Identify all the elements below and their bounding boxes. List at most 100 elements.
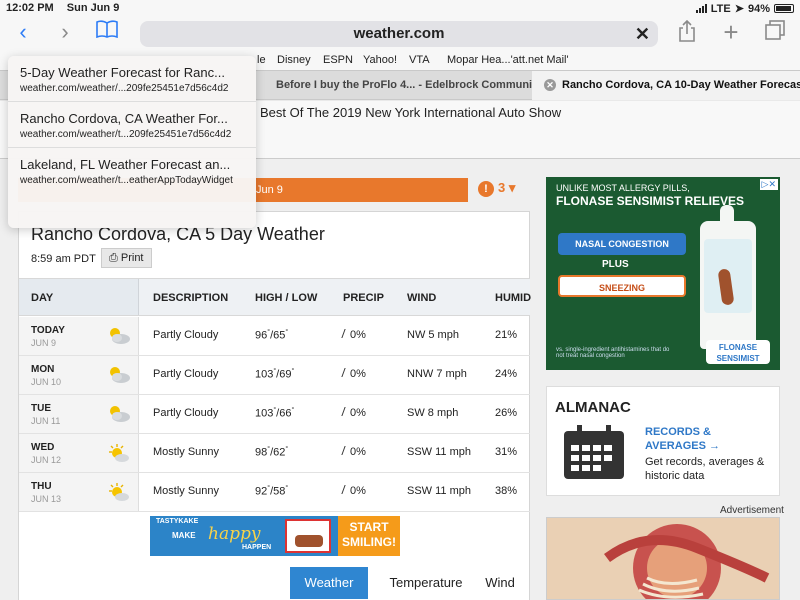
high-low-cell: 103°/69° — [255, 368, 295, 381]
suggestion-title: 5-Day Weather Forecast for Ranc... — [20, 65, 225, 80]
favorite-link[interactable]: Disney — [277, 54, 311, 66]
bookmarks-icon[interactable] — [92, 20, 122, 44]
back-icon[interactable]: ‹ — [8, 20, 38, 44]
tab-wind-view[interactable]: Wind — [478, 567, 522, 599]
suggestion-item[interactable]: Rancho Cordova, CA Weather For... weathe… — [8, 102, 256, 148]
address-bar[interactable]: weather.com ✕ — [140, 21, 658, 47]
precip-cell: 0% — [341, 485, 366, 497]
advertisement-image[interactable] — [546, 517, 780, 600]
favorite-link[interactable]: VTA — [409, 54, 430, 66]
alert-count[interactable]: ! 3 ▾ — [478, 180, 515, 197]
ad-choices-icon[interactable]: ▷✕ — [759, 179, 778, 190]
high-low-cell: 98°/62° — [255, 446, 289, 459]
book-icon — [96, 20, 118, 39]
header-humidity[interactable]: HUMID — [495, 279, 531, 317]
humidity-cell: 24% — [495, 368, 518, 380]
suggestion-item[interactable]: 5-Day Weather Forecast for Ranc... weath… — [8, 56, 256, 102]
humidity-cell: 38% — [495, 485, 518, 497]
new-tab-icon[interactable]: + — [716, 19, 746, 45]
high-temp: 103 — [255, 368, 274, 381]
ad-fine-print: vs. single-ingredient antihistamines tha… — [556, 347, 670, 359]
tab-weather[interactable]: ✕ Rancho Cordova, CA 10-Day Weather Forec… — [532, 71, 800, 100]
header-high-low[interactable]: HIGH / LOW — [255, 279, 317, 317]
battery-percent: 94% — [747, 2, 770, 15]
clear-icon[interactable]: ✕ — [635, 21, 650, 47]
day-date: JUN 13 — [31, 494, 62, 504]
signal-icon — [695, 4, 707, 13]
day-cell: TODAY JUN 9 — [19, 317, 139, 355]
raindrop-icon — [341, 329, 349, 338]
forecast-row[interactable]: TODAY JUN 9 Partly Cloudy 96°/65° 0% NW 5 mph… — [19, 317, 530, 356]
tab-weather-view[interactable]: Weather — [290, 567, 368, 599]
print-label: Print — [120, 252, 144, 264]
humidity-cell: 31% — [495, 446, 518, 458]
observation-time: 8:59 am PDT — [31, 253, 96, 265]
tabs-glyph — [765, 20, 785, 40]
favorite-link[interactable]: ESPN — [323, 54, 353, 66]
battery-icon — [774, 4, 794, 13]
almanac-module: ALMANAC RECORDS & AVERAGES → Get records… — [546, 386, 780, 496]
precip-value: 0% — [350, 368, 366, 380]
flonase-ad[interactable]: ▷✕ UNLIKE MOST ALLERGY PILLS, FLONASE SE… — [546, 177, 780, 370]
news-headline[interactable]: Best Of The 2019 New York International … — [260, 105, 561, 120]
partly-cloudy-icon — [110, 328, 130, 344]
status-bar: 12:02 PM Sun Jun 9 LTE ➤ 94% — [0, 0, 800, 16]
forecast-row[interactable]: WED JUN 12 Mostly Sunny 98°/62° 0% SSW 11 mph… — [19, 434, 530, 473]
print-button[interactable]: ⎙ Print — [101, 248, 152, 268]
partly-cloudy-icon — [110, 406, 130, 422]
tab-temperature-view[interactable]: Temperature — [374, 567, 478, 599]
suggestion-item[interactable]: Lakeland, FL Weather Forecast an... weat… — [8, 148, 256, 194]
precip-cell: 0% — [341, 446, 366, 458]
favorite-link[interactable]: Yahoo! — [363, 54, 397, 66]
high-temp: 92 — [255, 485, 268, 498]
suggestion-url: weather.com/weather/t...eatherAppTodayWi… — [20, 175, 233, 186]
table-header: DAY DESCRIPTION HIGH / LOW PRECIP WIND H… — [19, 278, 531, 317]
high-temp: 96 — [255, 329, 268, 342]
forward-icon[interactable]: › — [50, 20, 80, 44]
low-temp: 69 — [279, 368, 292, 381]
print-icon: ⎙ — [109, 252, 118, 264]
header-description[interactable]: DESCRIPTION — [153, 279, 228, 317]
location-icon: ➤ — [734, 3, 744, 15]
bottle-image — [700, 205, 756, 349]
tab-edelbrock[interactable]: Before I buy the ProFlo 4... - Edelbrock… — [264, 71, 532, 100]
ad-line1: UNLIKE MOST ALLERGY PILLS, — [556, 183, 690, 193]
description-cell: Mostly Sunny — [153, 485, 220, 497]
tabs-icon[interactable] — [760, 20, 790, 45]
browser-toolbar: ‹ › weather.com ✕ + — [0, 16, 800, 50]
low-temp: 58 — [273, 485, 286, 498]
tastykake-ad[interactable]: TASTYKAKE MAKE happy HAPPEN START SMILIN… — [150, 516, 400, 556]
favorite-link[interactable]: Mopar Hea...'att.net Mail' — [447, 54, 569, 66]
precip-value: 0% — [350, 407, 366, 419]
day-cell: WED JUN 12 — [19, 434, 139, 472]
precip-cell: 0% — [341, 368, 366, 380]
calendar-icon — [564, 425, 624, 479]
header-day[interactable]: DAY — [31, 279, 53, 317]
header-precip[interactable]: PRECIP — [343, 279, 384, 317]
suggestion-title: Lakeland, FL Weather Forecast an... — [20, 157, 231, 172]
tab-label: Before I buy the ProFlo 4... - Edelbrock… — [276, 79, 532, 91]
wind-cell: NW 5 mph — [407, 329, 459, 341]
close-tab-icon[interactable]: ✕ — [544, 79, 556, 92]
ad-plus: PLUS — [602, 259, 629, 270]
header-wind[interactable]: WIND — [407, 279, 436, 317]
forecast-row[interactable]: MON JUN 10 Partly Cloudy 103°/69° 0% NNW 7 mp… — [19, 356, 530, 395]
ad-pill-sneezing: SNEEZING — [558, 275, 686, 297]
day-name: TODAY — [31, 325, 65, 336]
url-text: weather.com — [353, 25, 445, 42]
precip-cell: 0% — [341, 407, 366, 419]
suggestion-title: Rancho Cordova, CA Weather For... — [20, 111, 228, 126]
forecast-row[interactable]: THU JUN 13 Mostly Sunny 92°/58° 0% SSW 11 mph… — [19, 473, 530, 512]
records-link[interactable]: RECORDS & AVERAGES → — [645, 425, 735, 453]
ad-cta[interactable]: START SMILING! — [338, 516, 400, 556]
favorite-link[interactable]: le — [257, 54, 266, 66]
forecast-row[interactable]: TUE JUN 11 Partly Cloudy 103°/66° 0% SW 8 mph… — [19, 395, 530, 434]
wind-cell: SSW 11 mph — [407, 446, 471, 458]
precip-value: 0% — [350, 485, 366, 497]
share-icon[interactable] — [672, 19, 702, 47]
low-temp: 65 — [273, 329, 286, 342]
precip-value: 0% — [350, 329, 366, 341]
warning-icon: ! — [478, 181, 494, 197]
high-low-cell: 103°/66° — [255, 407, 295, 420]
ad-illustration — [547, 518, 779, 599]
